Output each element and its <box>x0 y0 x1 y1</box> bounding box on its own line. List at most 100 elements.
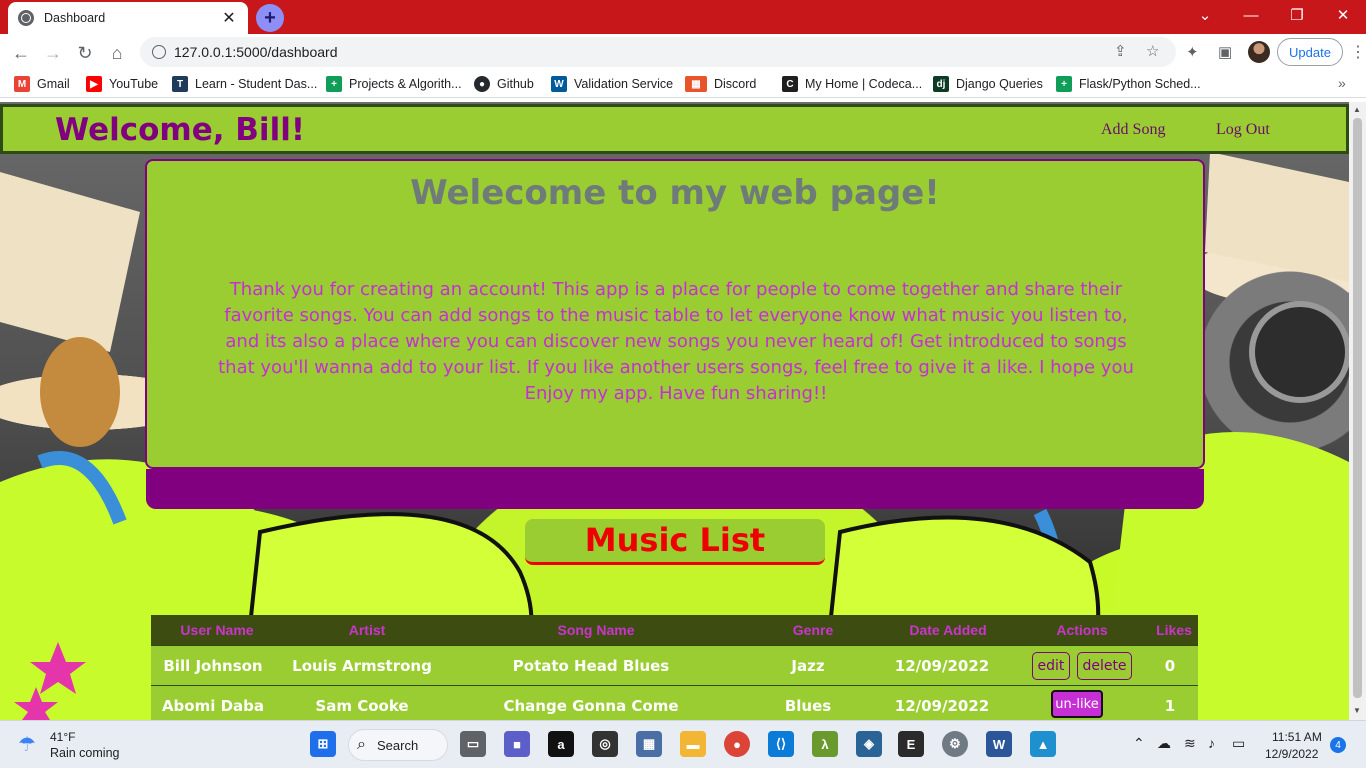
close-icon[interactable]: ✕ <box>220 8 238 28</box>
bookmark-discord[interactable]: ▦ Discord <box>685 76 756 92</box>
close-window-button[interactable]: ✕ <box>1320 0 1366 30</box>
task-view-icon[interactable]: ▭ <box>460 731 486 757</box>
battery-icon[interactable]: ▭ <box>1232 735 1245 752</box>
unlike-button[interactable]: un-like <box>1051 690 1103 718</box>
site-info-icon[interactable] <box>152 45 166 59</box>
edit-button[interactable]: edit <box>1032 652 1070 680</box>
music-list-header: Music List <box>525 519 825 565</box>
bookmark-star-icon[interactable]: ☆ <box>1146 42 1159 60</box>
chrome-icon[interactable]: ● <box>724 731 750 757</box>
music-table: User Name Artist Song Name Genre Date Ad… <box>151 615 1198 720</box>
bookmark-label: Discord <box>714 77 757 91</box>
bookmark-projects[interactable]: + Projects & Algorith... <box>326 76 462 92</box>
table-row: Bill Johnson Louis Armstrong Potato Head… <box>151 645 1198 685</box>
terminal-icon[interactable]: E <box>898 731 924 757</box>
app-navbar: Welcome, Bill! Add Song Log Out <box>0 104 1349 154</box>
new-tab-button[interactable]: + <box>256 4 284 32</box>
header-song-name: Song Name <box>557 622 635 638</box>
bookmark-label: Validation Service <box>574 77 674 91</box>
notification-badge[interactable]: 4 <box>1330 737 1346 753</box>
weather-temperature[interactable]: 41°F <box>50 730 75 744</box>
bookmark-youtube[interactable]: ▶ YouTube <box>86 76 158 92</box>
bookmark-flask[interactable]: + Flask/Python Sched... <box>1056 76 1201 92</box>
file-explorer-icon[interactable]: ▬ <box>680 731 706 757</box>
music-list-title: Music List <box>584 521 766 559</box>
share-icon[interactable]: ⇪ <box>1114 42 1127 60</box>
amazon-icon[interactable]: a <box>548 731 574 757</box>
bookmark-label: My Home | Codeca... <box>805 77 923 91</box>
address-bar[interactable]: 127.0.0.1:5000/dashboard ⇪ ☆ <box>140 37 1176 67</box>
cell-song: Potato Head Blues <box>512 657 670 675</box>
search-button[interactable]: ⌕ Search <box>348 729 448 761</box>
header-artist: Artist <box>348 622 386 638</box>
clock-time[interactable]: 11:51 AM <box>1272 730 1322 744</box>
cell-genre: Blues <box>784 697 832 715</box>
mysql-workbench-icon[interactable]: ◈ <box>856 731 882 757</box>
header-genre: Genre <box>792 622 834 638</box>
cell-date: 12/09/2022 <box>894 697 990 715</box>
settings-gear-icon[interactable]: ⚙ <box>942 731 968 757</box>
more-bookmarks-icon[interactable]: » <box>1338 75 1346 91</box>
minimize-button[interactable]: — <box>1228 0 1274 30</box>
youtube-icon: ▶ <box>86 76 102 92</box>
word-icon[interactable]: W <box>986 731 1012 757</box>
onedrive-icon[interactable]: ☁ <box>1157 735 1171 752</box>
bookmark-github[interactable]: ● Github <box>474 76 534 92</box>
calculator-icon[interactable]: ▦ <box>636 731 662 757</box>
search-icon: ⌕ <box>357 736 366 753</box>
vscode-icon[interactable]: ⟨⟩ <box>768 731 794 757</box>
django-icon: dj <box>933 76 949 92</box>
photos-icon[interactable]: ▲ <box>1030 731 1056 757</box>
update-button[interactable]: Update <box>1277 38 1343 66</box>
url-text[interactable]: 127.0.0.1:5000/dashboard <box>174 44 337 60</box>
tab-search-icon[interactable]: ⌄ <box>1182 0 1228 30</box>
cell-date: 12/09/2022 <box>894 657 990 675</box>
cell-user: Bill Johnson <box>163 657 263 675</box>
volume-icon[interactable]: ♪ <box>1208 735 1215 751</box>
header-user-name: User Name <box>180 622 254 638</box>
extensions-icon[interactable]: ✦ <box>1186 43 1199 61</box>
app-icon[interactable]: ◎ <box>592 731 618 757</box>
profile-avatar[interactable] <box>1248 41 1270 63</box>
tab-strip: Dashboard ✕ + ⌄ — ❐ ✕ <box>0 0 1366 34</box>
bookmark-validation[interactable]: W Validation Service <box>551 76 673 92</box>
intro-text: Thank you for creating an account! This … <box>218 279 1134 404</box>
bookmark-label: Django Queries <box>956 77 1043 91</box>
teams-icon[interactable]: ■ <box>504 731 530 757</box>
scroll-up-icon[interactable]: ▲ <box>1353 105 1361 114</box>
lambda-icon[interactable]: λ <box>812 731 838 757</box>
log-out-link[interactable]: Log Out <box>1216 121 1270 139</box>
bookmark-learn[interactable]: T Learn - Student Das... <box>172 76 317 92</box>
reload-icon[interactable]: ↻ <box>72 40 98 66</box>
w3c-icon: W <box>551 76 567 92</box>
weather-description[interactable]: Rain coming <box>50 746 119 760</box>
tab-dashboard[interactable]: Dashboard ✕ <box>8 2 248 34</box>
page-scrollbar[interactable]: ▲ ▼ <box>1349 102 1366 720</box>
delete-button[interactable]: delete <box>1077 652 1132 680</box>
divider-bar <box>146 469 1204 509</box>
back-icon[interactable]: ← <box>8 40 34 66</box>
taskbar: ☂ 41°F Rain coming ⊞ ⌕ Search ▭ ■ a ◎ ▦ … <box>0 720 1366 768</box>
rain-icon[interactable]: ☂ <box>18 732 42 756</box>
chevron-up-icon[interactable]: ⌃ <box>1133 735 1145 752</box>
bookmark-django[interactable]: dj Django Queries <box>933 76 1043 92</box>
home-icon[interactable]: ⌂ <box>104 40 130 66</box>
bookmark-codecademy[interactable]: C My Home | Codeca... <box>782 76 922 92</box>
bookmark-gmail[interactable]: M Gmail <box>14 76 70 92</box>
cell-genre: Jazz <box>791 657 825 675</box>
add-song-link[interactable]: Add Song <box>1101 121 1165 139</box>
restore-button[interactable]: ❐ <box>1274 0 1320 30</box>
cell-song: Change Gonna Come <box>503 697 679 715</box>
side-panel-icon[interactable]: ▣ <box>1218 43 1232 61</box>
menu-kebab-icon[interactable]: ⋮ <box>1350 42 1366 62</box>
scroll-thumb[interactable] <box>1353 118 1362 698</box>
page-viewport: Welcome, Bill! Add Song Log Out Welecome… <box>0 102 1349 720</box>
wifi-icon[interactable]: ≋ <box>1184 735 1196 752</box>
forward-icon[interactable]: → <box>40 40 66 66</box>
bookmark-label: Gmail <box>37 77 70 91</box>
flask-icon: + <box>1056 76 1072 92</box>
scroll-down-icon[interactable]: ▼ <box>1353 706 1361 715</box>
clock-date[interactable]: 12/9/2022 <box>1265 747 1318 761</box>
start-icon[interactable]: ⊞ <box>310 731 336 757</box>
github-icon: ● <box>474 76 490 92</box>
